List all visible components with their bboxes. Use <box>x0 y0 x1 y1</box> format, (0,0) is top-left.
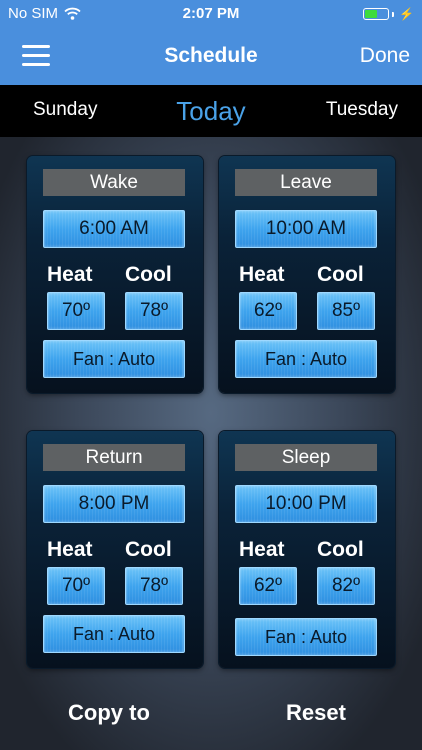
done-button[interactable]: Done <box>360 44 410 68</box>
period-label: Leave <box>235 169 377 196</box>
page-title: Schedule <box>164 44 258 67</box>
reset-button[interactable]: Reset <box>286 700 346 726</box>
cool-label: Cool <box>125 538 172 561</box>
period-time-button[interactable]: 10:00 PM <box>235 485 377 523</box>
heat-label: Heat <box>47 538 93 561</box>
fan-mode-button[interactable]: Fan : Auto <box>43 340 185 378</box>
heat-label: Heat <box>239 538 285 561</box>
heat-setpoint-button[interactable]: 62º <box>239 567 297 605</box>
period-label: Wake <box>43 169 185 196</box>
day-next[interactable]: Tuesday <box>326 99 398 121</box>
battery-cap <box>392 11 395 17</box>
period-card-sleep: Sleep 10:00 PM Heat Cool 62º 82º Fan : A… <box>219 431 395 668</box>
fan-mode-button[interactable]: Fan : Auto <box>43 615 185 653</box>
period-label: Return <box>43 444 185 471</box>
status-right: ⚡ <box>363 7 414 21</box>
cool-setpoint-button[interactable]: 78º <box>125 567 183 605</box>
heat-setpoint-button[interactable]: 70º <box>47 292 105 330</box>
copy-to-button[interactable]: Copy to <box>68 700 150 726</box>
period-label: Sleep <box>235 444 377 471</box>
period-time-button[interactable]: 8:00 PM <box>43 485 185 523</box>
period-card-return: Return 8:00 PM Heat Cool 70º 78º Fan : A… <box>27 431 203 668</box>
cool-label: Cool <box>125 263 172 286</box>
cool-setpoint-button[interactable]: 82º <box>317 567 375 605</box>
period-time-button[interactable]: 6:00 AM <box>43 210 185 248</box>
period-time-button[interactable]: 10:00 AM <box>235 210 377 248</box>
fan-mode-button[interactable]: Fan : Auto <box>235 340 377 378</box>
cool-setpoint-button[interactable]: 85º <box>317 292 375 330</box>
period-card-leave: Leave 10:00 AM Heat Cool 62º 85º Fan : A… <box>219 156 395 393</box>
battery-level-fill <box>365 10 377 18</box>
heat-label: Heat <box>47 263 93 286</box>
cool-setpoint-button[interactable]: 78º <box>125 292 183 330</box>
battery-icon <box>363 8 390 20</box>
period-card-wake: Wake 6:00 AM Heat Cool 70º 78º Fan : Aut… <box>27 156 203 393</box>
charging-bolt-icon: ⚡ <box>399 7 414 21</box>
heat-setpoint-button[interactable]: 70º <box>47 567 105 605</box>
status-time: 2:07 PM <box>182 5 240 22</box>
fan-mode-button[interactable]: Fan : Auto <box>235 618 377 656</box>
status-bar: No SIM 2:07 PM ⚡ <box>0 0 422 28</box>
heat-label: Heat <box>239 263 285 286</box>
day-previous[interactable]: Sunday <box>33 99 97 121</box>
schedule-panel: Wake 6:00 AM Heat Cool 70º 78º Fan : Aut… <box>0 137 422 750</box>
cool-label: Cool <box>317 538 364 561</box>
heat-setpoint-button[interactable]: 62º <box>239 292 297 330</box>
day-selector: Today Sunday Tuesday <box>0 85 422 137</box>
nav-bar: Schedule Done <box>0 28 422 85</box>
cool-label: Cool <box>317 263 364 286</box>
